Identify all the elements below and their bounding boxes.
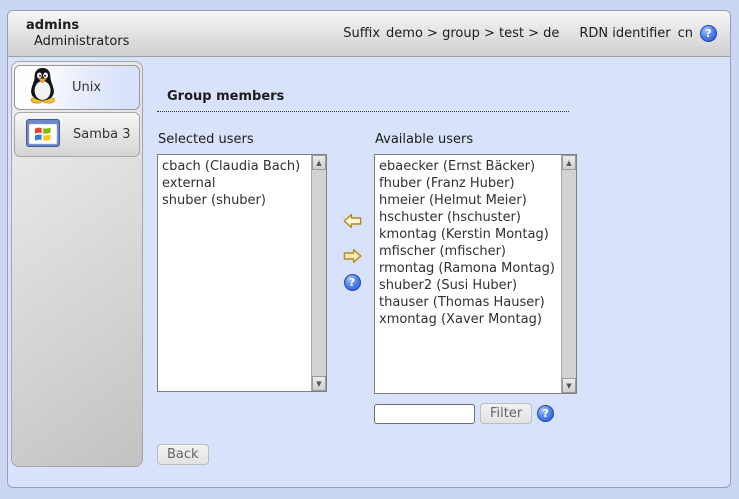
entry-description: Administrators bbox=[26, 34, 129, 50]
entry-name: admins bbox=[26, 18, 129, 34]
list-item[interactable]: xmontag (Xaver Montag) bbox=[379, 311, 561, 328]
module-tabs-sidebar: Unix Samba 3 bbox=[11, 61, 143, 467]
back-button[interactable]: Back bbox=[157, 444, 209, 465]
selected-users-items: cbach (Claudia Bach)externalshuber (shub… bbox=[158, 155, 311, 391]
list-item[interactable]: ebaecker (Ernst Bäcker) bbox=[379, 158, 561, 175]
header-bar: admins Administrators Suffix demo > grou… bbox=[8, 11, 730, 57]
list-item[interactable]: mfischer (mfischer) bbox=[379, 243, 561, 260]
selected-users-label: Selected users bbox=[157, 132, 327, 150]
scroll-up-icon[interactable]: ▲ bbox=[562, 155, 576, 170]
available-users-column: Available users ebaecker (Ernst Bäcker)f… bbox=[374, 132, 577, 424]
filter-button[interactable]: Filter bbox=[480, 403, 532, 424]
list-item[interactable]: shuber2 (Susi Huber) bbox=[379, 277, 561, 294]
available-users-listbox[interactable]: ebaecker (Ernst Bäcker)fhuber (Franz Hub… bbox=[374, 154, 577, 394]
tab-samba3-label: Samba 3 bbox=[73, 127, 131, 142]
windows-logo-icon bbox=[26, 119, 60, 151]
rdn-value: cn bbox=[678, 26, 693, 41]
selected-users-scrollbar[interactable]: ▲ ▼ bbox=[311, 155, 326, 391]
available-users-label: Available users bbox=[374, 132, 577, 150]
list-item[interactable]: shuber (shuber) bbox=[162, 192, 311, 209]
selected-users-listbox[interactable]: cbach (Claudia Bach)externalshuber (shub… bbox=[157, 154, 327, 392]
list-item[interactable]: rmontag (Ramona Montag) bbox=[379, 260, 561, 277]
rdn-label: RDN identifier bbox=[579, 26, 670, 41]
header-meta: Suffix demo > group > test > de RDN iden… bbox=[343, 25, 717, 42]
list-item[interactable]: hschuster (hschuster) bbox=[379, 209, 561, 226]
move-right-arrow-icon[interactable] bbox=[343, 248, 362, 264]
main-window: admins Administrators Suffix demo > grou… bbox=[7, 10, 731, 488]
list-item[interactable]: hmeier (Helmut Meier) bbox=[379, 192, 561, 209]
filter-help-icon[interactable]: ? bbox=[537, 405, 554, 422]
move-left-arrow-icon[interactable] bbox=[343, 213, 362, 229]
scroll-down-icon[interactable]: ▼ bbox=[312, 376, 326, 391]
list-item[interactable]: cbach (Claudia Bach) bbox=[162, 158, 311, 175]
tab-unix[interactable]: Unix bbox=[14, 65, 140, 110]
list-item[interactable]: kmontag (Kerstin Montag) bbox=[379, 226, 561, 243]
list-item[interactable]: external bbox=[162, 175, 311, 192]
list-item[interactable]: thauser (Thomas Hauser) bbox=[379, 294, 561, 311]
available-users-items: ebaecker (Ernst Bäcker)fhuber (Franz Hub… bbox=[375, 155, 561, 393]
rdn-help-icon[interactable]: ? bbox=[700, 25, 717, 42]
scroll-down-icon[interactable]: ▼ bbox=[562, 378, 576, 393]
members-help-icon[interactable]: ? bbox=[344, 274, 361, 291]
list-item[interactable]: fhuber (Franz Huber) bbox=[379, 175, 561, 192]
filter-input[interactable] bbox=[374, 404, 475, 424]
entry-info: admins Administrators bbox=[8, 18, 129, 50]
section-title: Group members bbox=[157, 89, 569, 112]
tux-penguin-icon bbox=[26, 67, 59, 108]
available-users-scrollbar[interactable]: ▲ ▼ bbox=[561, 155, 576, 393]
suffix-label: Suffix bbox=[343, 26, 380, 41]
tab-samba3[interactable]: Samba 3 bbox=[14, 112, 140, 157]
tab-unix-label: Unix bbox=[72, 80, 101, 95]
scroll-up-icon[interactable]: ▲ bbox=[312, 155, 326, 170]
filter-row: Filter ? bbox=[374, 403, 577, 424]
selected-users-column: Selected users cbach (Claudia Bach)exter… bbox=[157, 132, 327, 424]
suffix-value: demo > group > test > de bbox=[386, 26, 559, 41]
transfer-controls: ? bbox=[340, 132, 364, 424]
